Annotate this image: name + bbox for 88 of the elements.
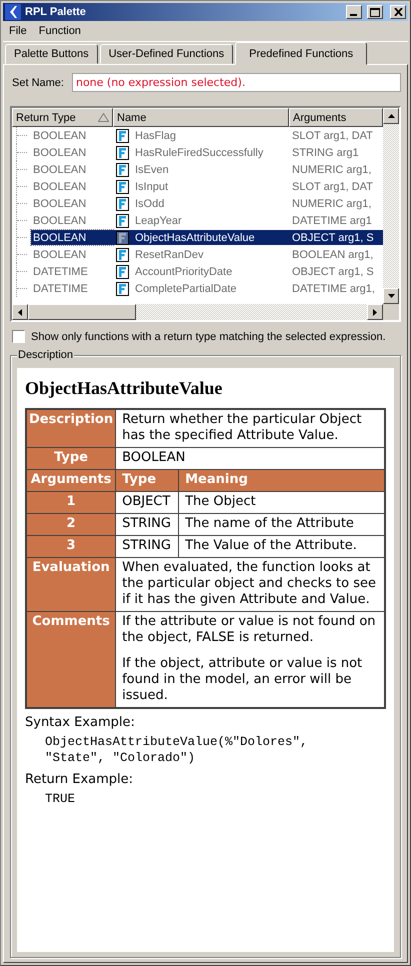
maximize-icon (370, 8, 380, 16)
function-icon (116, 180, 129, 194)
table-cell[interactable]: SLOT arg1, DAT (289, 179, 383, 194)
scroll-right-button[interactable] (367, 304, 383, 320)
code-example: TRUE (45, 791, 76, 807)
syntax-label: Syntax Example: (25, 715, 135, 730)
row-label: Comments (26, 612, 116, 708)
function-icon (116, 128, 129, 142)
table-cell[interactable]: IsInput (135, 179, 170, 194)
function-icon (116, 282, 129, 296)
set-name-field[interactable]: none (no expression selected). (72, 73, 401, 92)
table-cell[interactable]: ResetRanDev (135, 247, 206, 262)
scroll-up-button[interactable] (383, 108, 399, 124)
right-arrow-icon (373, 308, 377, 316)
table-cell[interactable]: BOOLEAN (31, 196, 88, 211)
table-cell[interactable]: LeapYear (135, 213, 184, 228)
function-icon (116, 230, 129, 244)
close-icon (394, 8, 402, 16)
table-cell[interactable]: NUMERIC arg1, (289, 162, 383, 177)
column-header: Arguments (26, 470, 116, 492)
column-header: Meaning (178, 470, 385, 492)
up-arrow-icon (388, 114, 394, 118)
down-arrow-icon (388, 294, 394, 298)
table-cell[interactable]: IsOdd (135, 196, 166, 211)
table-cell[interactable]: HasFlag (135, 128, 178, 143)
table-cell[interactable]: AccountPriorityDate (135, 264, 234, 279)
scroll-left-button[interactable] (12, 304, 28, 320)
table-cell: STRING (116, 514, 179, 536)
table-cell[interactable]: BOOLEAN (31, 179, 88, 194)
table-cell[interactable]: OBJECT arg1, S (289, 264, 383, 279)
checkbox-label: Show only functions with a return type matching the selected expression. (31, 330, 386, 342)
column-header[interactable]: Return Type (12, 108, 113, 127)
table-cell[interactable]: DATETIME (31, 281, 90, 296)
close-button[interactable] (390, 5, 406, 19)
row-label: Type (26, 448, 116, 470)
window-title: RPL Palette (25, 6, 87, 18)
table-cell[interactable]: CompletePartialDate (135, 281, 238, 296)
function-icon (116, 196, 129, 210)
menu-item[interactable]: Function (34, 25, 85, 37)
tab[interactable]: Palette Buttons (5, 44, 98, 64)
table-cell[interactable]: BOOLEAN arg1, (289, 247, 383, 262)
code-example: ObjectHasAttributeValue(%"Dolores", "State", "Colorado") (45, 734, 309, 766)
row-label: Description (26, 409, 116, 448)
table-cell[interactable]: STRING arg1 (289, 145, 383, 160)
minimize-button[interactable] (346, 5, 362, 19)
menu-item[interactable]: File (5, 25, 31, 37)
table-cell[interactable]: HasRuleFiredSuccessfully (135, 145, 266, 160)
left-arrow-icon (18, 308, 22, 316)
checkbox[interactable] (12, 330, 25, 343)
tab[interactable]: Predefined Functions (235, 42, 368, 65)
table-cell[interactable]: DATETIME arg1 (289, 213, 383, 228)
function-icon (116, 162, 129, 176)
table-cell: 1 (26, 492, 116, 514)
table-cell[interactable]: IsEven (135, 162, 171, 177)
function-icon (116, 264, 129, 278)
column-header: Type (116, 470, 179, 492)
row-label: Evaluation (26, 558, 116, 612)
table-cell[interactable]: SLOT arg1, DAT (289, 128, 383, 143)
table-cell[interactable]: BOOLEAN (31, 128, 88, 143)
table-cell[interactable]: BOOLEAN (31, 230, 113, 245)
table-cell[interactable]: OBJECT arg1, S (289, 230, 383, 245)
group-label: Description (17, 349, 74, 361)
set-name-label: Set Name: (12, 76, 64, 88)
table-cell[interactable]: BOOLEAN (31, 247, 88, 262)
table-cell: 3 (26, 536, 116, 558)
table-cell[interactable]: DATETIME (31, 264, 90, 279)
maximize-button[interactable] (367, 5, 383, 19)
column-header[interactable]: Arguments (289, 108, 383, 127)
scroll-thumb[interactable] (28, 304, 136, 320)
function-title: ObjectHasAttributeValue (25, 378, 222, 399)
function-icon (116, 214, 129, 228)
table-cell: STRING (116, 536, 179, 558)
column-header[interactable]: Name (113, 108, 289, 127)
scrollbar-corner (383, 304, 399, 320)
table-cell: OBJECT (116, 492, 179, 514)
table-cell[interactable]: NUMERIC arg1, (289, 196, 383, 211)
function-icon (116, 146, 129, 160)
app-logo-icon (5, 4, 21, 20)
scroll-down-button[interactable] (383, 288, 399, 304)
table-cell[interactable]: BOOLEAN (31, 162, 88, 177)
table-cell[interactable]: DATETIME arg1, (289, 281, 383, 296)
tab[interactable]: User-Defined Functions (100, 44, 234, 64)
table-cell: 2 (26, 514, 116, 536)
function-icon (116, 248, 129, 262)
table-cell[interactable]: BOOLEAN (31, 213, 88, 228)
table-cell[interactable]: ObjectHasAttributeValue (135, 230, 257, 245)
table-cell[interactable]: BOOLEAN (31, 145, 88, 160)
return-label: Return Example: (25, 772, 134, 787)
